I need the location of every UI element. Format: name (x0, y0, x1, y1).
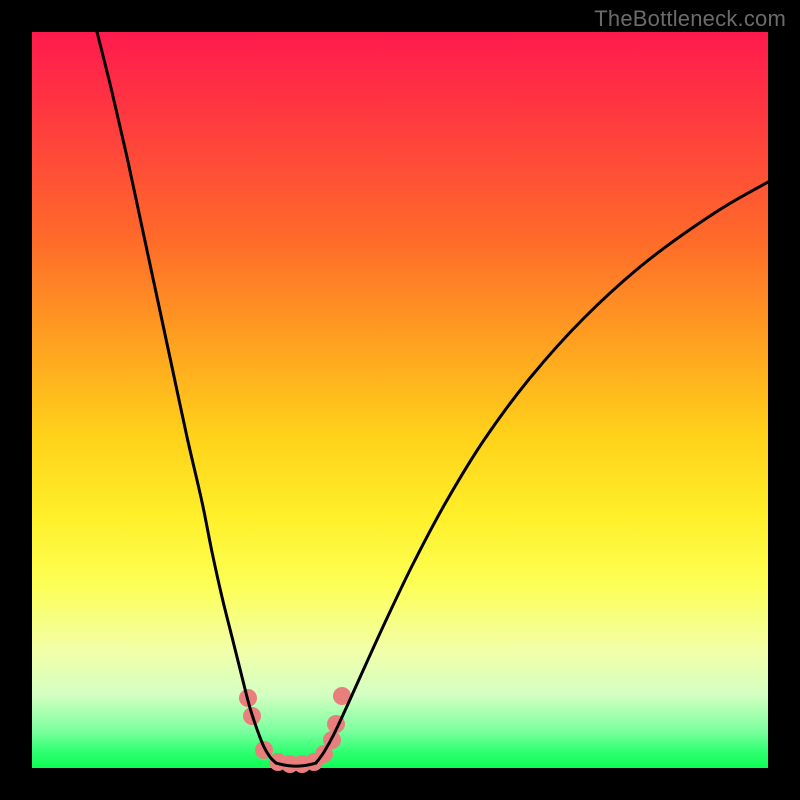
series-right-branch (316, 182, 768, 763)
chart-frame: TheBottleneck.com (0, 0, 800, 800)
curve-layer (32, 32, 768, 768)
series-left-branch (97, 32, 276, 763)
line-layer (97, 32, 768, 766)
plot-area (32, 32, 768, 768)
watermark-label: TheBottleneck.com (594, 6, 786, 32)
